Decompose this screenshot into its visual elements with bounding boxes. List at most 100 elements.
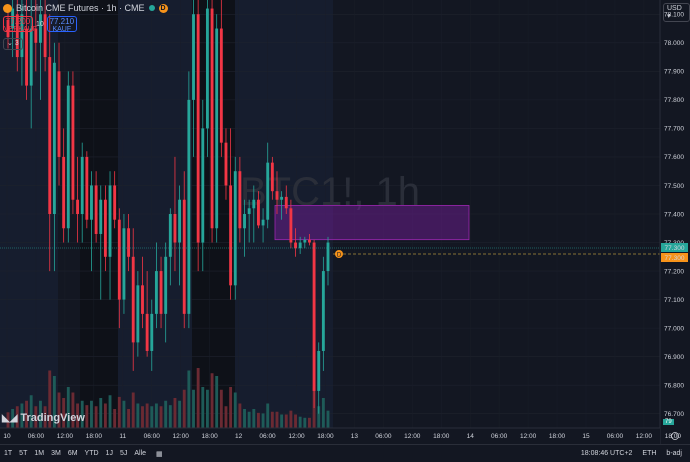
volume-bar xyxy=(168,405,172,428)
range-button-1j[interactable]: 1J xyxy=(106,450,113,457)
candle-body xyxy=(312,242,316,391)
range-buttons: 1T 5T 1M 3M 6M YTD 1J 5J Alle xyxy=(0,450,146,457)
zone-rectangle[interactable] xyxy=(274,205,470,241)
time-tick: 06:00 xyxy=(375,433,392,440)
candle-body xyxy=(168,214,172,257)
candle-body xyxy=(270,162,274,192)
time-tick: 18:00 xyxy=(433,433,450,440)
candle-body xyxy=(284,196,288,209)
candle-body xyxy=(280,196,284,200)
volume-bar xyxy=(266,403,270,428)
bitcoin-icon xyxy=(3,3,12,13)
tradingview-logo[interactable]: ◣◢ TradingView xyxy=(2,412,85,424)
time-tick: 11 xyxy=(119,433,126,440)
candle-body xyxy=(205,8,209,129)
time-tick: 13 xyxy=(351,433,359,440)
candle-body xyxy=(294,242,297,249)
candle-body xyxy=(52,62,56,215)
range-button-5j[interactable]: 5J xyxy=(120,450,127,457)
sell-button[interactable]: 77.200 VERKAUF xyxy=(3,16,37,33)
price-axis[interactable] xyxy=(660,0,690,444)
candle-body xyxy=(164,256,168,314)
currency-selector[interactable]: USD ▾ xyxy=(663,3,690,22)
time-tick: 12:00 xyxy=(520,433,537,440)
volume-bar xyxy=(159,406,163,428)
volume-bar xyxy=(238,403,242,428)
adjust-toggle[interactable]: b-adj xyxy=(666,450,682,457)
range-button-3m[interactable]: 3M xyxy=(51,450,61,457)
candle-body xyxy=(66,85,70,229)
volume-bar xyxy=(303,417,307,428)
dividend-icon[interactable]: D xyxy=(158,3,168,13)
candle-body xyxy=(90,185,93,220)
volume-bar xyxy=(108,395,112,428)
candle-body xyxy=(210,8,214,229)
candle-body xyxy=(113,185,117,220)
candle-body xyxy=(201,128,205,243)
volume-bar xyxy=(187,370,191,428)
volume-badge: 79 xyxy=(663,419,674,425)
range-button-1t[interactable]: 1T xyxy=(4,450,12,457)
time-tick: 15 xyxy=(582,433,590,440)
volume-bar xyxy=(192,389,195,428)
time-tick: 12:00 xyxy=(57,433,74,440)
chevron-down-icon: ⌄ xyxy=(7,40,13,47)
range-button-alle[interactable]: Alle xyxy=(134,450,146,457)
volume-bar xyxy=(326,410,330,428)
volume-bar xyxy=(270,411,274,428)
clock-time[interactable]: 18:08:46 UTC+2 xyxy=(581,450,633,457)
volume-bar xyxy=(196,368,200,428)
candle-body xyxy=(224,142,228,186)
time-tick: 06:00 xyxy=(259,433,276,440)
candle-body xyxy=(108,185,112,257)
candle-body xyxy=(298,242,302,249)
candle-body xyxy=(187,99,191,314)
calendar-icon[interactable]: ▦ xyxy=(156,450,163,458)
logo-text: TradingView xyxy=(20,412,85,424)
session-toggle[interactable]: ETH xyxy=(642,450,656,457)
time-tick: 18:00 xyxy=(549,433,566,440)
price-chart[interactable]: BTC1!, 1h D 78.10078.00077.90077.80077.7… xyxy=(0,0,690,461)
candle-body xyxy=(215,28,219,229)
candle-body xyxy=(261,219,265,226)
time-tick: 18:00 xyxy=(317,433,334,440)
candle-body xyxy=(136,285,140,343)
volume-bar xyxy=(210,373,214,428)
price-tick: 76.700 xyxy=(664,411,684,418)
current-price-text: 77.300 xyxy=(665,245,685,252)
candle-body xyxy=(256,199,260,226)
volume-bar xyxy=(275,411,279,428)
time-tick: 18:00 xyxy=(202,433,219,440)
candle-body xyxy=(173,214,177,243)
range-button-ytd[interactable]: YTD xyxy=(85,450,99,457)
spread-value: 10 xyxy=(36,20,44,28)
time-tick: 06:00 xyxy=(28,433,45,440)
volume-bar xyxy=(298,416,302,428)
volume-bar xyxy=(85,405,89,428)
volume-bar xyxy=(103,403,107,428)
indicators-collapse-button[interactable]: ⌄ 3 xyxy=(3,38,23,50)
volume-bar xyxy=(243,409,246,428)
time-tick: 12:00 xyxy=(288,433,305,440)
volume-bar xyxy=(113,409,117,428)
range-button-5t[interactable]: 5T xyxy=(19,450,27,457)
candle-body xyxy=(266,162,270,220)
candle-body xyxy=(141,285,144,314)
range-button-1m[interactable]: 1M xyxy=(34,450,44,457)
supply-zone[interactable] xyxy=(274,205,470,241)
currency-label: USD xyxy=(667,5,682,12)
price-tick: 77.000 xyxy=(664,325,684,332)
symbol-legend[interactable]: Bitcoin CME Futures · 1h · CME D xyxy=(3,3,168,13)
buy-button[interactable]: 77.210 KAUF xyxy=(46,16,77,33)
price-tick: 77.400 xyxy=(664,211,684,218)
volume-bar xyxy=(145,403,149,428)
range-button-6m[interactable]: 6M xyxy=(68,450,78,457)
volume-bar xyxy=(201,387,205,428)
price-tick: 77.100 xyxy=(664,297,684,304)
candle-body xyxy=(159,271,163,314)
candle-body xyxy=(29,28,33,86)
price-tick: 77.600 xyxy=(664,154,684,161)
volume-bar xyxy=(215,376,219,428)
price-tick: 76.900 xyxy=(664,354,684,361)
sell-price: 77.200 xyxy=(5,17,31,26)
